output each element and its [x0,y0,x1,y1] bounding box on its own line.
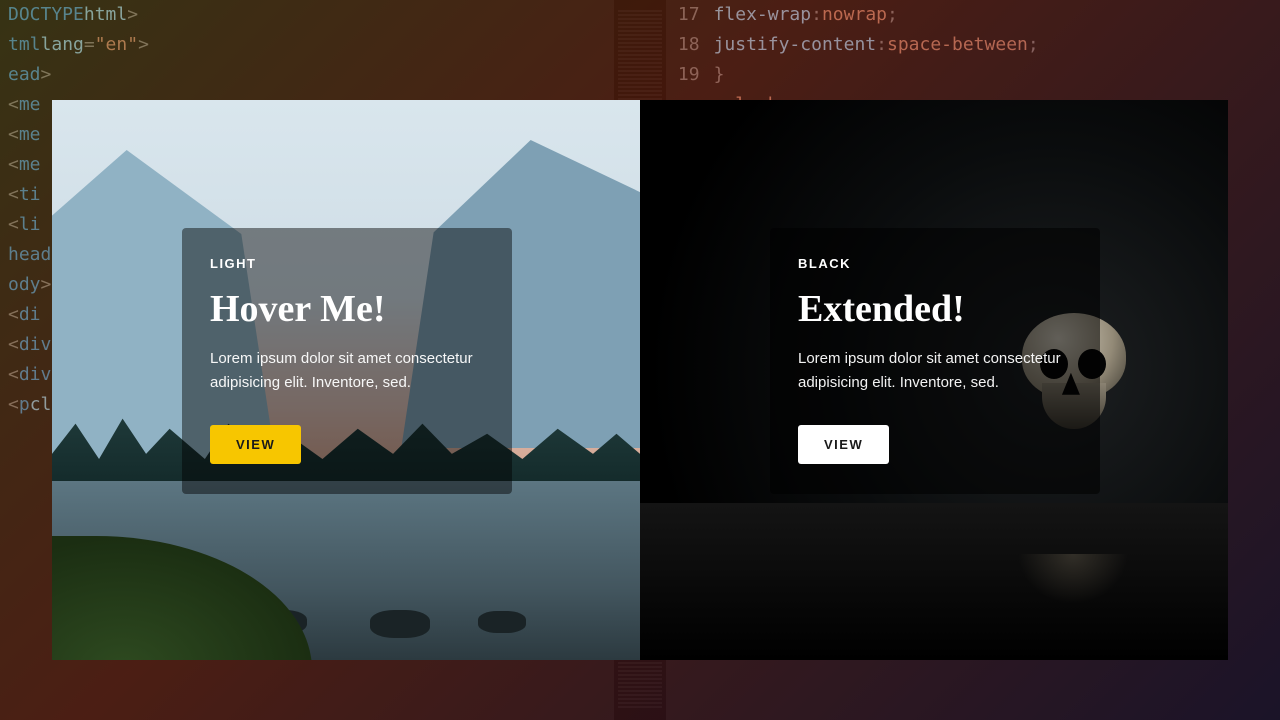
code-line: ead> [0,60,614,90]
card-box-black: BLACK Extended! Lorem ipsum dolor sit am… [770,228,1100,494]
view-button[interactable]: VIEW [798,425,889,464]
card-head: LIGHT [210,256,484,271]
card-head: BLACK [798,256,1072,271]
code-line: DOCTYPE html> [0,0,614,30]
code-line: tml lang="en"> [0,30,614,60]
card-row: LIGHT Hover Me! Lorem ipsum dolor sit am… [52,100,1228,660]
card-body: Lorem ipsum dolor sit amet consectetur a… [210,347,484,395]
card-title: Extended! [798,287,1072,331]
card-title: Hover Me! [210,287,484,331]
card-body: Lorem ipsum dolor sit amet consectetur a… [798,347,1072,395]
code-line: 17 flex-wrap: nowrap; [666,0,1280,30]
swipe-card-light[interactable]: LIGHT Hover Me! Lorem ipsum dolor sit am… [52,100,640,660]
card-box-light: LIGHT Hover Me! Lorem ipsum dolor sit am… [182,228,512,494]
code-line: 18 justify-content: space-between; [666,30,1280,60]
swipe-card-black[interactable]: BLACK Extended! Lorem ipsum dolor sit am… [640,100,1228,660]
view-button[interactable]: VIEW [210,425,301,464]
code-line: 19 } [666,60,1280,90]
